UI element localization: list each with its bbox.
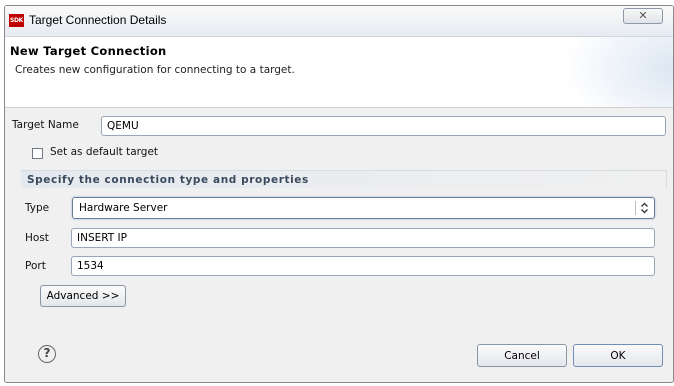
- title-bar: SDK Target Connection Details ✕: [5, 6, 673, 37]
- host-label: Host: [25, 232, 49, 244]
- default-target-label[interactable]: Set as default target: [50, 146, 158, 158]
- close-button[interactable]: ✕: [623, 8, 663, 24]
- updown-arrow-icon: [641, 202, 648, 214]
- connection-type-select[interactable]: Hardware Server: [72, 197, 655, 219]
- connection-group-title: Specify the connection type and properti…: [27, 174, 309, 186]
- banner-title: New Target Connection: [10, 44, 167, 58]
- ok-button[interactable]: OK: [573, 344, 663, 367]
- connection-group-header: Specify the connection type and properti…: [21, 170, 667, 188]
- connection-type-value: Hardware Server: [79, 202, 168, 214]
- window-title: Target Connection Details: [29, 13, 167, 27]
- target-name-label: Target Name: [12, 119, 79, 131]
- cancel-button[interactable]: Cancel: [477, 344, 567, 367]
- dialog-window: SDK Target Connection Details ✕ New Targ…: [4, 5, 674, 383]
- host-input[interactable]: [71, 228, 655, 248]
- sdk-app-icon: SDK: [9, 14, 24, 27]
- banner-decoration: [553, 37, 673, 107]
- select-divider: [635, 201, 636, 215]
- close-icon: ✕: [638, 9, 648, 22]
- type-label: Type: [25, 202, 50, 214]
- help-icon[interactable]: ?: [38, 345, 56, 363]
- advanced-button[interactable]: Advanced >>: [40, 285, 126, 307]
- port-input[interactable]: [71, 256, 655, 276]
- port-label: Port: [25, 260, 46, 272]
- target-name-input[interactable]: [101, 116, 666, 136]
- default-target-checkbox[interactable]: [32, 148, 43, 159]
- header-banner: New Target Connection Creates new config…: [5, 37, 673, 108]
- banner-description: Creates new configuration for connecting…: [15, 64, 295, 76]
